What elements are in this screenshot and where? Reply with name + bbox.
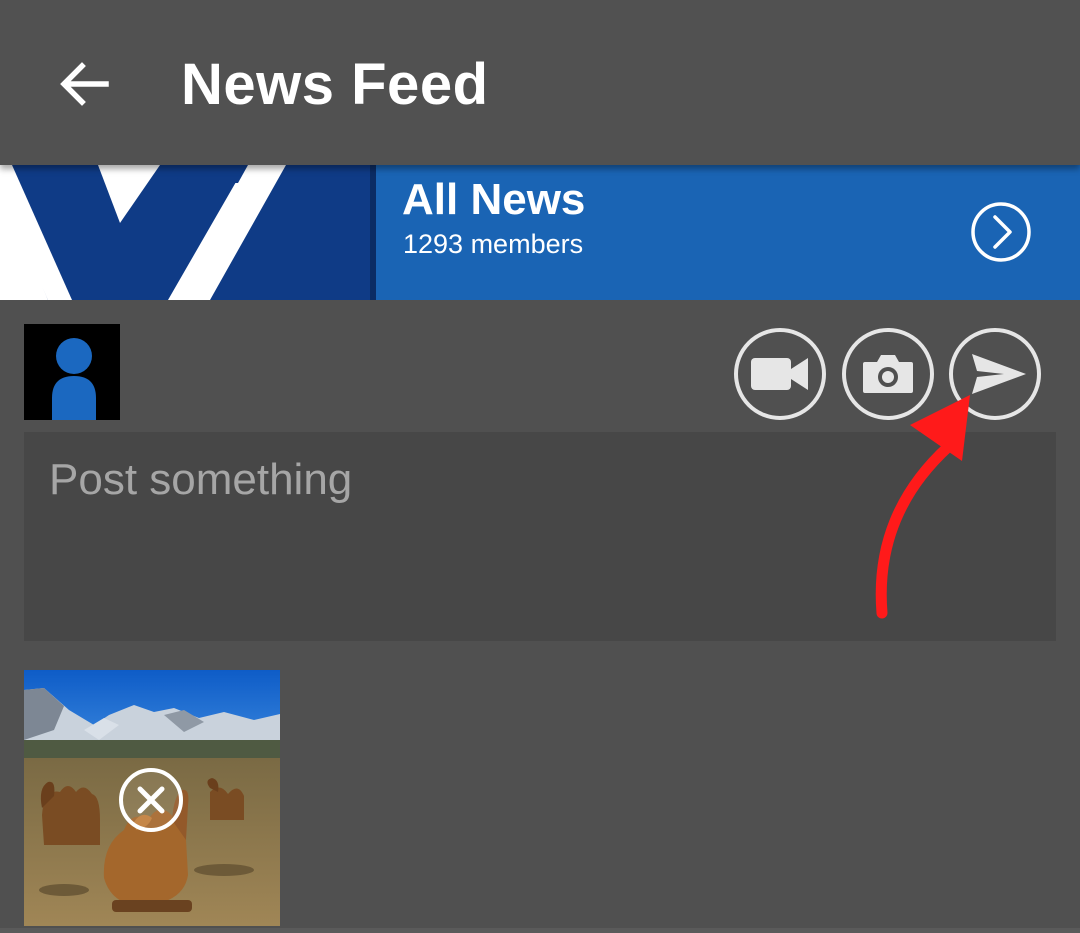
page-title: News Feed [181,52,489,117]
user-avatar-icon [52,338,96,420]
app-toolbar: News Feed [0,0,1080,165]
video-camera-icon [734,328,826,420]
group-name: All News [402,175,586,224]
send-button[interactable] [948,327,1042,421]
open-group-button[interactable] [970,201,1032,263]
back-button[interactable] [48,48,120,120]
arrow-left-icon [60,62,109,106]
user-avatar [24,324,120,420]
post-input[interactable] [24,432,1056,641]
remove-attachment-button[interactable] [117,766,185,834]
group-logo [0,165,376,300]
send-icon [949,328,1041,420]
camera-button[interactable] [841,327,935,421]
bottom-divider [0,928,1080,933]
video-button[interactable] [733,327,827,421]
camera-icon [842,328,934,420]
close-circle-icon [119,768,183,832]
chevron-right-circle-icon [971,202,1031,262]
news-feed-screen: News Feed All News 1293 members [0,0,1080,933]
group-member-count: 1293 members [403,229,584,259]
